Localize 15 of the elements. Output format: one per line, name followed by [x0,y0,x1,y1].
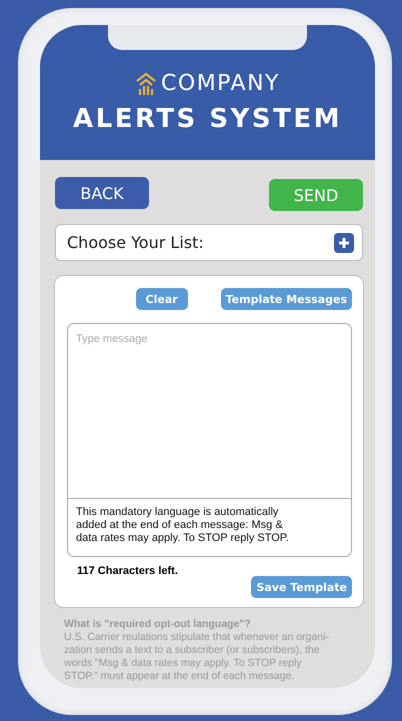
template-messages-button[interactable]: Template Messages [220,288,352,310]
send-button[interactable]: SEND [269,179,363,211]
pillars-logo-icon [135,72,158,96]
list-picker[interactable]: Choose Your List: [55,224,363,261]
footnote-text: U.S. Carrier reulations stipulate that whenever an organi- zation sends a text to a subscriber (or subscribers), the words "Msg & data rates may apply. To STOP reply STOP." must appear at the end of each message. [64,631,330,683]
footnote-question: What is "required opt-out language"? [64,618,252,631]
app-title: ALERTS SYSTEM [73,104,342,134]
characters-left: 117 Characters left. [77,565,178,577]
save-template-button[interactable]: Save Template [251,576,352,598]
clear-button[interactable]: Clear [136,288,188,310]
plus-icon[interactable] [334,232,354,252]
mandatory-note: This mandatory language is automatically added at the end of each message: Msg & data rates may apply. To STOP reply STOP. [67,499,352,557]
back-button[interactable]: BACK [55,177,149,209]
message-field[interactable]: Type message [67,323,352,499]
company-name: COMPANY [161,71,280,96]
